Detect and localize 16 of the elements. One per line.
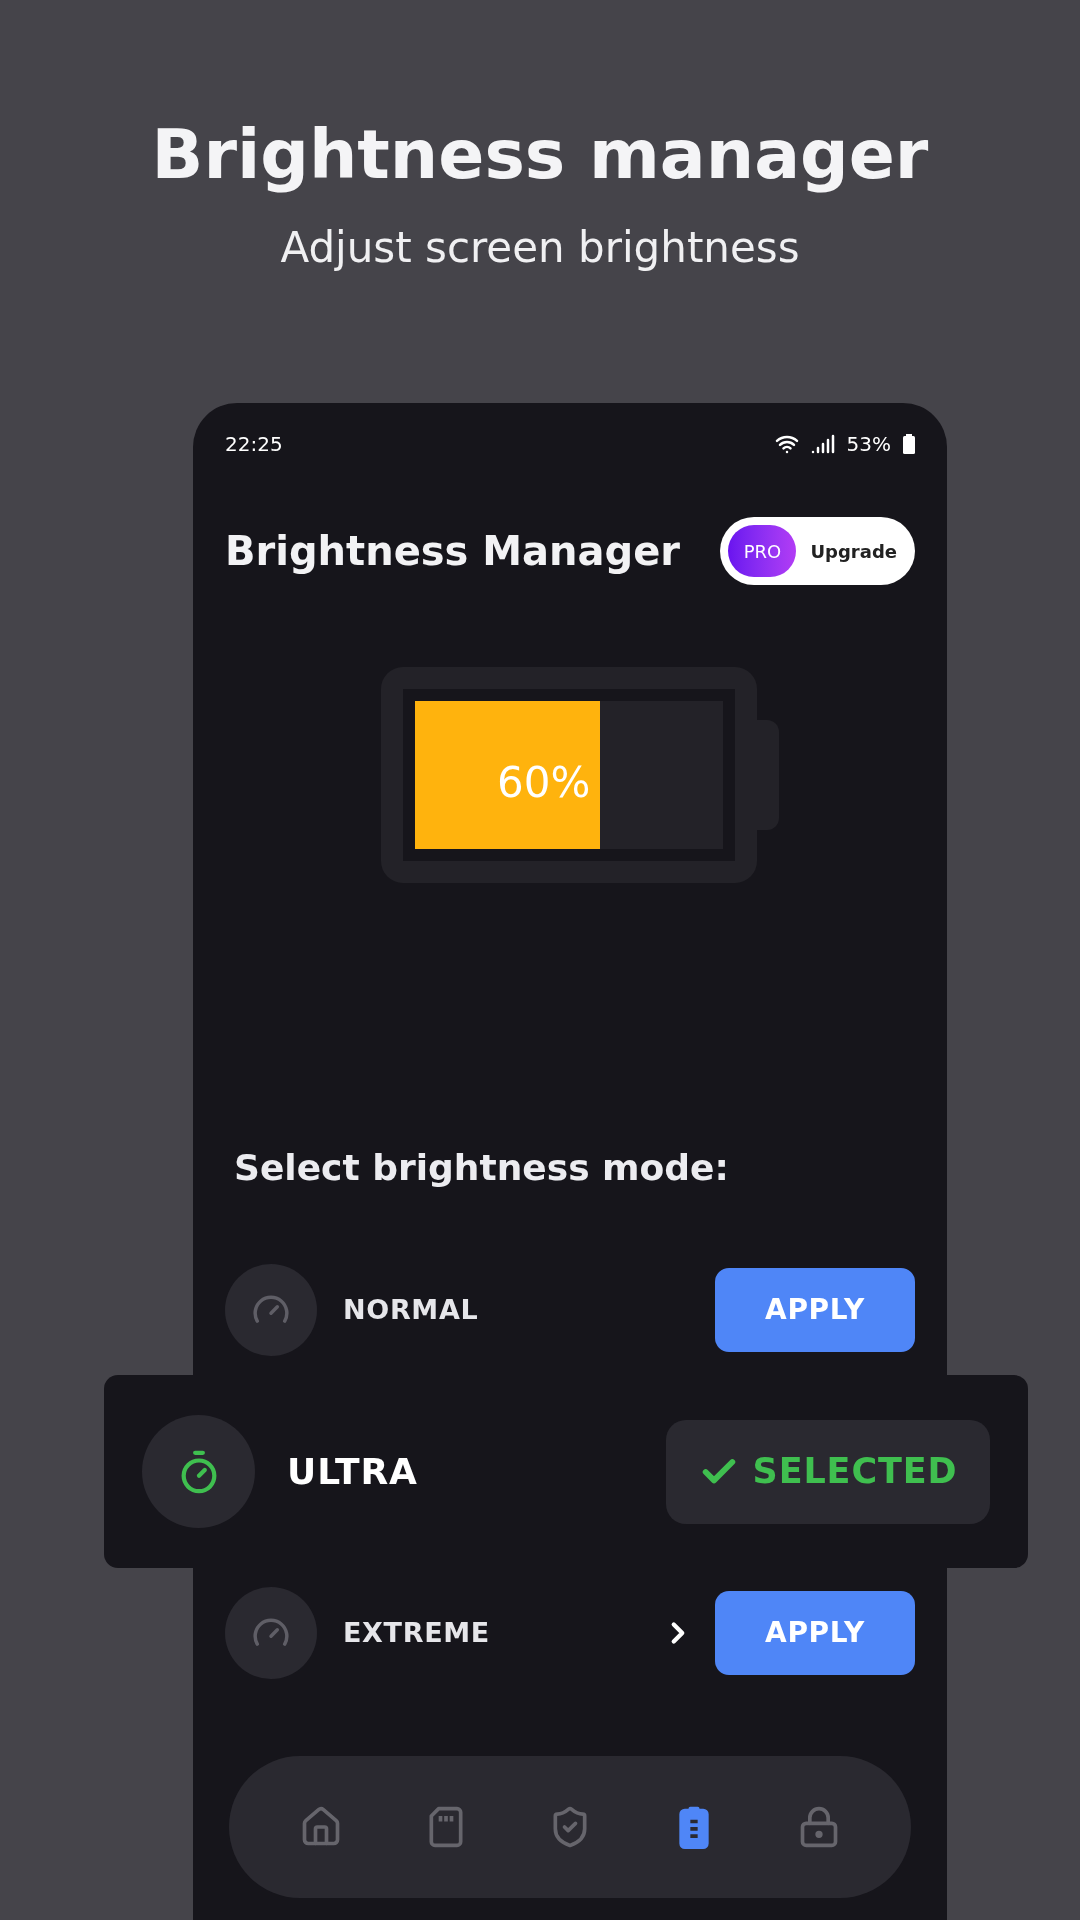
mode-name: EXTREME <box>343 1615 490 1650</box>
battery-percent: 53% <box>846 431 891 458</box>
page-subtitle: Adjust screen brightness <box>280 227 800 269</box>
app-title: Brightness Manager <box>225 527 681 576</box>
mode-row[interactable]: EXTREME APPLY <box>193 1568 947 1698</box>
page-title: Brightness manager <box>151 114 929 196</box>
selected-mode-card[interactable]: ULTRA SELECTED <box>104 1375 1028 1568</box>
section-title: Select brightness mode: <box>233 1146 730 1190</box>
selected-button[interactable]: SELECTED <box>666 1419 990 1524</box>
mode-name: NORMAL <box>343 1292 479 1327</box>
status-time: 22:25 <box>225 431 283 458</box>
upgrade-button[interactable]: PRO Upgrade <box>720 517 915 585</box>
mode-row[interactable]: NORMAL APPLY <box>193 1245 947 1375</box>
mode-name: ULTRA <box>287 1449 418 1494</box>
battery-level-label: 60% <box>497 757 591 809</box>
pro-badge: PRO <box>728 525 797 577</box>
